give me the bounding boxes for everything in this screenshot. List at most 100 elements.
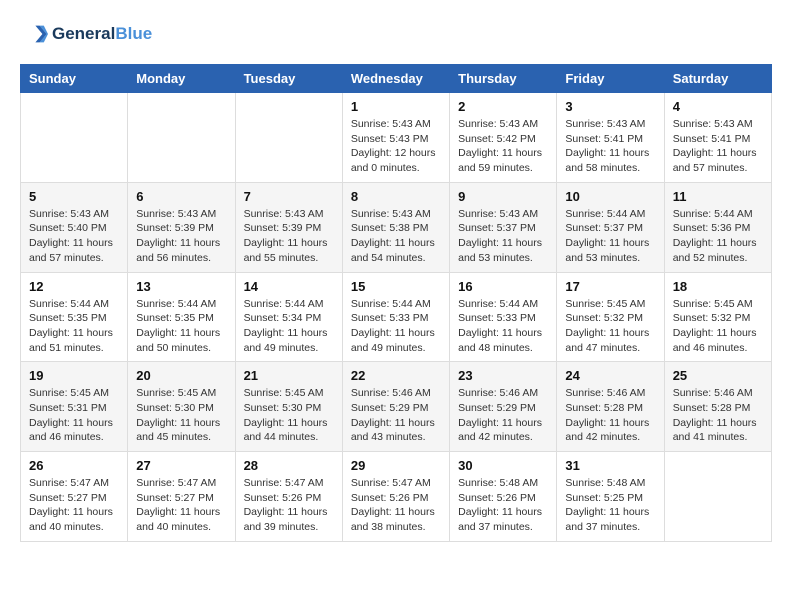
calendar-week-5: 26Sunrise: 5:47 AM Sunset: 5:27 PM Dayli… (21, 452, 772, 542)
calendar-cell: 20 Sunrise: 5:45 AM Sunset: 5:30 PM Dayli… (128, 362, 235, 452)
weekday-header-tuesday: Tuesday (235, 65, 342, 93)
day-number: 8 (351, 189, 441, 204)
calendar-cell: 27Sunrise: 5:47 AM Sunset: 5:27 PM Dayli… (128, 452, 235, 542)
calendar-cell: 14 Sunrise: 5:44 AM Sunset: 5:34 PM Dayli… (235, 272, 342, 362)
day-number: 13 (136, 279, 226, 294)
day-info: Sunrise: 5:45 AM Sunset: 5:30 PM Dayligh… (136, 386, 226, 445)
day-number: 4 (673, 99, 763, 114)
calendar-week-1: 1 Sunrise: 5:43 AM Sunset: 5:43 PM Daylig… (21, 93, 772, 183)
calendar-cell: 9 Sunrise: 5:43 AM Sunset: 5:37 PM Daylig… (450, 182, 557, 272)
calendar-cell: 25 Sunrise: 5:46 AM Sunset: 5:28 PM Dayli… (664, 362, 771, 452)
calendar-cell: 8 Sunrise: 5:43 AM Sunset: 5:38 PM Daylig… (342, 182, 449, 272)
day-number: 9 (458, 189, 548, 204)
day-number: 7 (244, 189, 334, 204)
calendar-week-3: 12Sunrise: 5:44 AM Sunset: 5:35 PM Dayli… (21, 272, 772, 362)
day-info: Sunrise: 5:45 AM Sunset: 5:32 PM Dayligh… (565, 297, 655, 356)
day-number: 5 (29, 189, 119, 204)
day-number: 29 (351, 458, 441, 473)
calendar-cell: 10 Sunrise: 5:44 AM Sunset: 5:37 PM Dayli… (557, 182, 664, 272)
calendar-cell: 3Sunrise: 5:43 AM Sunset: 5:41 PM Daylig… (557, 93, 664, 183)
day-number: 28 (244, 458, 334, 473)
calendar-cell: 5 Sunrise: 5:43 AM Sunset: 5:40 PM Daylig… (21, 182, 128, 272)
day-info: Sunrise: 5:43 AM Sunset: 5:42 PM Dayligh… (458, 117, 548, 176)
day-number: 11 (673, 189, 763, 204)
day-number: 30 (458, 458, 548, 473)
day-number: 19 (29, 368, 119, 383)
day-number: 17 (565, 279, 655, 294)
weekday-header-saturday: Saturday (664, 65, 771, 93)
day-number: 1 (351, 99, 441, 114)
day-number: 3 (565, 99, 655, 114)
calendar-header: SundayMondayTuesdayWednesdayThursdayFrid… (21, 65, 772, 93)
day-info: Sunrise: 5:45 AM Sunset: 5:31 PM Dayligh… (29, 386, 119, 445)
calendar-table: SundayMondayTuesdayWednesdayThursdayFrid… (20, 64, 772, 542)
logo: GeneralBlue (20, 20, 152, 48)
calendar-cell: 28 Sunrise: 5:47 AM Sunset: 5:26 PM Dayli… (235, 452, 342, 542)
calendar-cell: 29Sunrise: 5:47 AM Sunset: 5:26 PM Dayli… (342, 452, 449, 542)
calendar-cell (664, 452, 771, 542)
day-number: 16 (458, 279, 548, 294)
calendar-week-2: 5 Sunrise: 5:43 AM Sunset: 5:40 PM Daylig… (21, 182, 772, 272)
calendar-cell: 24 Sunrise: 5:46 AM Sunset: 5:28 PM Dayli… (557, 362, 664, 452)
weekday-header-thursday: Thursday (450, 65, 557, 93)
day-number: 14 (244, 279, 334, 294)
weekday-header-sunday: Sunday (21, 65, 128, 93)
calendar-cell (235, 93, 342, 183)
day-number: 20 (136, 368, 226, 383)
weekday-header-friday: Friday (557, 65, 664, 93)
calendar-cell: 22 Sunrise: 5:46 AM Sunset: 5:29 PM Dayli… (342, 362, 449, 452)
calendar-cell: 23Sunrise: 5:46 AM Sunset: 5:29 PM Dayli… (450, 362, 557, 452)
day-number: 22 (351, 368, 441, 383)
calendar-cell: 18 Sunrise: 5:45 AM Sunset: 5:32 PM Dayli… (664, 272, 771, 362)
day-info: Sunrise: 5:44 AM Sunset: 5:33 PM Dayligh… (351, 297, 441, 356)
calendar-cell: 11 Sunrise: 5:44 AM Sunset: 5:36 PM Dayli… (664, 182, 771, 272)
day-number: 21 (244, 368, 334, 383)
day-number: 23 (458, 368, 548, 383)
day-info: Sunrise: 5:43 AM Sunset: 5:38 PM Dayligh… (351, 207, 441, 266)
logo-icon (20, 20, 48, 48)
day-number: 6 (136, 189, 226, 204)
calendar-cell: 21 Sunrise: 5:45 AM Sunset: 5:30 PM Dayli… (235, 362, 342, 452)
day-number: 2 (458, 99, 548, 114)
calendar-cell: 13 Sunrise: 5:44 AM Sunset: 5:35 PM Dayli… (128, 272, 235, 362)
logo-text: GeneralBlue (52, 24, 152, 44)
day-number: 27 (136, 458, 226, 473)
calendar-cell (21, 93, 128, 183)
day-number: 31 (565, 458, 655, 473)
day-info: Sunrise: 5:47 AM Sunset: 5:26 PM Dayligh… (244, 476, 334, 535)
calendar-week-4: 19 Sunrise: 5:45 AM Sunset: 5:31 PM Dayli… (21, 362, 772, 452)
day-info: Sunrise: 5:44 AM Sunset: 5:37 PM Dayligh… (565, 207, 655, 266)
weekday-header-wednesday: Wednesday (342, 65, 449, 93)
day-info: Sunrise: 5:46 AM Sunset: 5:28 PM Dayligh… (673, 386, 763, 445)
calendar-cell: 12Sunrise: 5:44 AM Sunset: 5:35 PM Dayli… (21, 272, 128, 362)
day-number: 25 (673, 368, 763, 383)
calendar-cell: 7 Sunrise: 5:43 AM Sunset: 5:39 PM Daylig… (235, 182, 342, 272)
day-info: Sunrise: 5:44 AM Sunset: 5:35 PM Dayligh… (136, 297, 226, 356)
calendar-cell: 30Sunrise: 5:48 AM Sunset: 5:26 PM Dayli… (450, 452, 557, 542)
day-number: 24 (565, 368, 655, 383)
day-info: Sunrise: 5:46 AM Sunset: 5:28 PM Dayligh… (565, 386, 655, 445)
day-info: Sunrise: 5:44 AM Sunset: 5:36 PM Dayligh… (673, 207, 763, 266)
calendar-cell: 31 Sunrise: 5:48 AM Sunset: 5:25 PM Dayli… (557, 452, 664, 542)
day-info: Sunrise: 5:48 AM Sunset: 5:25 PM Dayligh… (565, 476, 655, 535)
day-info: Sunrise: 5:43 AM Sunset: 5:41 PM Dayligh… (673, 117, 763, 176)
day-number: 18 (673, 279, 763, 294)
calendar-cell: 1 Sunrise: 5:43 AM Sunset: 5:43 PM Daylig… (342, 93, 449, 183)
calendar-cell: 6Sunrise: 5:43 AM Sunset: 5:39 PM Daylig… (128, 182, 235, 272)
day-info: Sunrise: 5:43 AM Sunset: 5:39 PM Dayligh… (244, 207, 334, 266)
day-number: 26 (29, 458, 119, 473)
day-info: Sunrise: 5:44 AM Sunset: 5:34 PM Dayligh… (244, 297, 334, 356)
day-info: Sunrise: 5:43 AM Sunset: 5:43 PM Dayligh… (351, 117, 441, 176)
calendar-cell: 2 Sunrise: 5:43 AM Sunset: 5:42 PM Daylig… (450, 93, 557, 183)
weekday-header-monday: Monday (128, 65, 235, 93)
day-info: Sunrise: 5:45 AM Sunset: 5:32 PM Dayligh… (673, 297, 763, 356)
day-number: 10 (565, 189, 655, 204)
day-info: Sunrise: 5:46 AM Sunset: 5:29 PM Dayligh… (351, 386, 441, 445)
day-info: Sunrise: 5:45 AM Sunset: 5:30 PM Dayligh… (244, 386, 334, 445)
day-info: Sunrise: 5:43 AM Sunset: 5:40 PM Dayligh… (29, 207, 119, 266)
calendar-cell: 19 Sunrise: 5:45 AM Sunset: 5:31 PM Dayli… (21, 362, 128, 452)
calendar-cell (128, 93, 235, 183)
day-info: Sunrise: 5:43 AM Sunset: 5:37 PM Dayligh… (458, 207, 548, 266)
page-header: GeneralBlue (20, 20, 772, 48)
day-info: Sunrise: 5:44 AM Sunset: 5:33 PM Dayligh… (458, 297, 548, 356)
